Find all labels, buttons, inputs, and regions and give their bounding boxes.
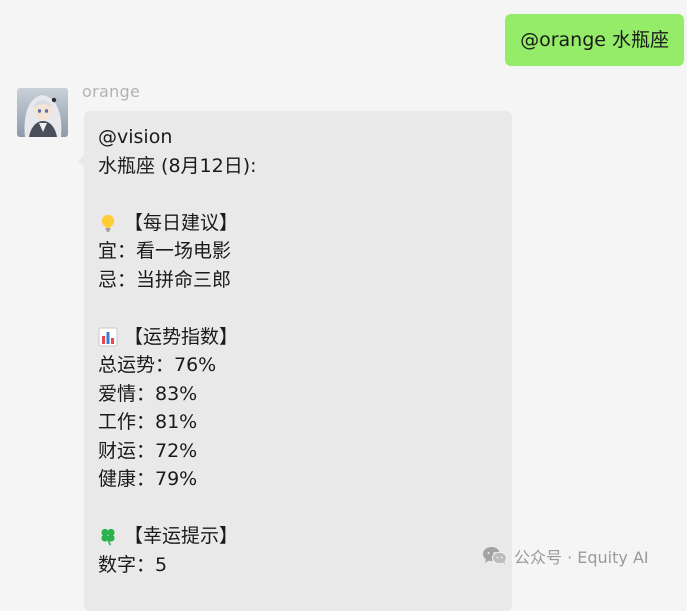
advice-bad: 忌：当拼命三郎 [98,268,232,291]
lightbulb-icon [98,213,118,233]
outgoing-message-bubble[interactable]: @orange 水瓶座 [505,14,684,66]
message-body: @vision 水瓶座 (8月12日): 【每日建议】 宜：看一场电影 忌：当拼… [98,123,257,579]
fortune-total: 总运势：76% [98,354,217,376]
message-line: 财运：72% [98,437,257,466]
message-line: 健康：79% [98,465,257,494]
message-line: @vision [98,123,257,152]
message-line: 【运势指数】 [98,323,257,352]
mention-text: @vision [98,126,173,148]
watermark: 公众号 · Equity AI [482,544,649,568]
watermark-text: 公众号 · Equity AI [514,548,649,567]
horoscope-header: 水瓶座 (8月12日): [98,154,257,177]
message-line: 数字：5 [98,551,257,580]
fortune-work: 工作：81% [98,411,198,433]
fortune-love: 爱情：83% [98,382,198,405]
luck-number: 数字：5 [98,553,168,576]
message-line: 【每日建议】 [98,209,257,238]
message-line: 水瓶座 (8月12日): [98,152,257,181]
bar-chart-icon [98,327,118,347]
message-line: 总运势：76% [98,351,257,380]
incoming-message-bubble[interactable]: @vision 水瓶座 (8月12日): 【每日建议】 宜：看一场电影 忌：当拼… [78,111,512,611]
outgoing-message-text: @orange 水瓶座 [520,28,669,51]
message-line: 工作：81% [98,408,257,437]
fortune-money: 财运：72% [98,439,198,462]
advice-good: 宜：看一场电影 [98,240,232,262]
sender-avatar[interactable] [17,88,68,137]
fortune-health: 健康：79% [98,468,198,490]
sender-name: orange [82,82,141,101]
fortune-title: 【运势指数】 [124,325,239,348]
message-line: 爱情：83% [98,380,257,409]
message-line: 忌：当拼命三郎 [98,266,257,295]
message-line: 【幸运提示】 [98,522,257,551]
anime-girl-avatar-icon [17,88,68,137]
wechat-icon [482,546,508,566]
advice-title: 【每日建议】 [124,211,239,234]
message-line: 宜：看一场电影 [98,237,257,266]
luck-title: 【幸运提示】 [124,525,239,547]
four-leaf-clover-icon [98,526,118,546]
